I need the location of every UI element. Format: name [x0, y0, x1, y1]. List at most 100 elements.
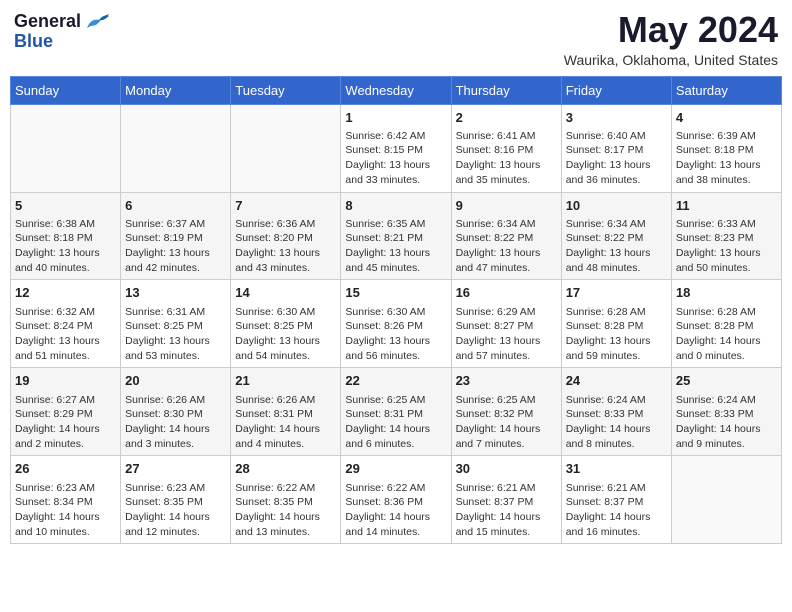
day-info: Sunrise: 6:22 AM [235, 481, 336, 496]
calendar-cell: 8Sunrise: 6:35 AMSunset: 8:21 PMDaylight… [341, 192, 451, 280]
day-number: 1 [345, 109, 446, 127]
calendar-cell: 3Sunrise: 6:40 AMSunset: 8:17 PMDaylight… [561, 104, 671, 192]
calendar-week-1: 1Sunrise: 6:42 AMSunset: 8:15 PMDaylight… [11, 104, 782, 192]
calendar-cell: 10Sunrise: 6:34 AMSunset: 8:22 PMDayligh… [561, 192, 671, 280]
day-info: Daylight: 14 hours and 16 minutes. [566, 510, 667, 539]
calendar-week-4: 19Sunrise: 6:27 AMSunset: 8:29 PMDayligh… [11, 368, 782, 456]
calendar-cell: 28 Sunrise: 6:22 AMSunset: 8:35 PMDayligh… [231, 456, 341, 544]
day-info: Daylight: 13 hours and 36 minutes. [566, 158, 667, 187]
title-block: May 2024 Waurika, Oklahoma, United State… [564, 10, 778, 68]
day-info: Sunset: 8:36 PM [345, 495, 446, 510]
calendar-cell: 17Sunrise: 6:28 AMSunset: 8:28 PMDayligh… [561, 280, 671, 368]
calendar-body: 1Sunrise: 6:42 AMSunset: 8:15 PMDaylight… [11, 104, 782, 544]
day-info: Sunrise: 6:29 AM [456, 305, 557, 320]
day-info: Sunrise: 6:23 AM [15, 481, 116, 496]
day-number: 11 [676, 197, 777, 215]
day-of-week-wednesday: Wednesday [341, 76, 451, 104]
day-info: Sunrise: 6:41 AM [456, 129, 557, 144]
days-of-week-row: SundayMondayTuesdayWednesdayThursdayFrid… [11, 76, 782, 104]
day-info: Sunrise: 6:30 AM [345, 305, 446, 320]
day-info: Daylight: 14 hours and 4 minutes. [235, 422, 336, 451]
day-info: Sunset: 8:33 PM [676, 407, 777, 422]
day-number: 8 [345, 197, 446, 215]
calendar-cell: 18Sunrise: 6:28 AMSunset: 8:28 PMDayligh… [671, 280, 781, 368]
day-info: Sunset: 8:22 PM [456, 231, 557, 246]
day-info: Sunset: 8:35 PM [235, 495, 336, 510]
day-number: 20 [125, 372, 226, 390]
day-info: Daylight: 13 hours and 53 minutes. [125, 334, 226, 363]
day-info: Sunrise: 6:32 AM [15, 305, 116, 320]
day-number: 28 [235, 460, 336, 478]
day-info: Sunrise: 6:38 AM [15, 217, 116, 232]
day-info: Daylight: 13 hours and 51 minutes. [15, 334, 116, 363]
day-info: Sunset: 8:37 PM [456, 495, 557, 510]
day-info: Daylight: 13 hours and 50 minutes. [676, 246, 777, 275]
calendar-week-5: 26Sunrise: 6:23 AMSunset: 8:34 PMDayligh… [11, 456, 782, 544]
day-info: Sunrise: 6:21 AM [456, 481, 557, 496]
page-header: General Blue May 2024 Waurika, Oklahoma,… [10, 10, 782, 68]
calendar-cell [671, 456, 781, 544]
calendar-cell: 4Sunrise: 6:39 AMSunset: 8:18 PMDaylight… [671, 104, 781, 192]
calendar-cell: 26Sunrise: 6:23 AMSunset: 8:34 PMDayligh… [11, 456, 121, 544]
day-number: 31 [566, 460, 667, 478]
day-info: Sunset: 8:29 PM [15, 407, 116, 422]
day-info: Sunset: 8:31 PM [235, 407, 336, 422]
calendar-cell: 14Sunrise: 6:30 AMSunset: 8:25 PMDayligh… [231, 280, 341, 368]
day-of-week-thursday: Thursday [451, 76, 561, 104]
day-info: Daylight: 13 hours and 56 minutes. [345, 334, 446, 363]
day-number: 15 [345, 284, 446, 302]
day-info: Sunrise: 6:34 AM [456, 217, 557, 232]
day-number: 7 [235, 197, 336, 215]
day-info: Daylight: 13 hours and 54 minutes. [235, 334, 336, 363]
calendar-cell: 31Sunrise: 6:21 AMSunset: 8:37 PMDayligh… [561, 456, 671, 544]
calendar-cell: 21Sunrise: 6:26 AMSunset: 8:31 PMDayligh… [231, 368, 341, 456]
calendar-cell: 1Sunrise: 6:42 AMSunset: 8:15 PMDaylight… [341, 104, 451, 192]
month-title: May 2024 [564, 10, 778, 50]
day-info: Sunrise: 6:35 AM [345, 217, 446, 232]
calendar-cell: 29Sunrise: 6:22 AMSunset: 8:36 PMDayligh… [341, 456, 451, 544]
day-number: 4 [676, 109, 777, 127]
day-number: 19 [15, 372, 116, 390]
day-info: Sunrise: 6:24 AM [566, 393, 667, 408]
calendar-cell: 22Sunrise: 6:25 AMSunset: 8:31 PMDayligh… [341, 368, 451, 456]
day-info: Sunrise: 6:42 AM [345, 129, 446, 144]
day-of-week-sunday: Sunday [11, 76, 121, 104]
day-info: Daylight: 14 hours and 14 minutes. [345, 510, 446, 539]
day-info: Daylight: 14 hours and 0 minutes. [676, 334, 777, 363]
calendar-cell: 5Sunrise: 6:38 AMSunset: 8:18 PMDaylight… [11, 192, 121, 280]
calendar-header: SundayMondayTuesdayWednesdayThursdayFrid… [11, 76, 782, 104]
day-info: Sunrise: 6:21 AM [566, 481, 667, 496]
day-info: Sunrise: 6:37 AM [125, 217, 226, 232]
calendar-cell: 15Sunrise: 6:30 AMSunset: 8:26 PMDayligh… [341, 280, 451, 368]
day-info: Sunset: 8:25 PM [125, 319, 226, 334]
day-info: Sunrise: 6:30 AM [235, 305, 336, 320]
calendar-cell [121, 104, 231, 192]
calendar-cell [231, 104, 341, 192]
day-info: Sunset: 8:20 PM [235, 231, 336, 246]
day-info: Daylight: 14 hours and 12 minutes. [125, 510, 226, 539]
day-info: Sunrise: 6:28 AM [566, 305, 667, 320]
calendar-cell: 25Sunrise: 6:24 AMSunset: 8:33 PMDayligh… [671, 368, 781, 456]
day-number: 3 [566, 109, 667, 127]
day-info: Daylight: 14 hours and 7 minutes. [456, 422, 557, 451]
day-of-week-friday: Friday [561, 76, 671, 104]
calendar-week-3: 12Sunrise: 6:32 AMSunset: 8:24 PMDayligh… [11, 280, 782, 368]
day-info: Sunset: 8:18 PM [676, 143, 777, 158]
calendar-cell: 12Sunrise: 6:32 AMSunset: 8:24 PMDayligh… [11, 280, 121, 368]
day-number: 18 [676, 284, 777, 302]
day-info: Sunset: 8:32 PM [456, 407, 557, 422]
calendar-cell: 9Sunrise: 6:34 AMSunset: 8:22 PMDaylight… [451, 192, 561, 280]
day-number: 24 [566, 372, 667, 390]
calendar-cell: 30Sunrise: 6:21 AMSunset: 8:37 PMDayligh… [451, 456, 561, 544]
day-info: Daylight: 14 hours and 10 minutes. [15, 510, 116, 539]
day-number: 27 [125, 460, 226, 478]
logo: General Blue [14, 10, 111, 50]
day-info: Sunrise: 6:22 AM [345, 481, 446, 496]
day-info: Daylight: 14 hours and 13 minutes. [235, 510, 336, 539]
day-of-week-tuesday: Tuesday [231, 76, 341, 104]
day-number: 5 [15, 197, 116, 215]
day-info: Sunset: 8:23 PM [676, 231, 777, 246]
day-info: Daylight: 13 hours and 48 minutes. [566, 246, 667, 275]
day-info: Sunrise: 6:26 AM [235, 393, 336, 408]
day-number: 10 [566, 197, 667, 215]
